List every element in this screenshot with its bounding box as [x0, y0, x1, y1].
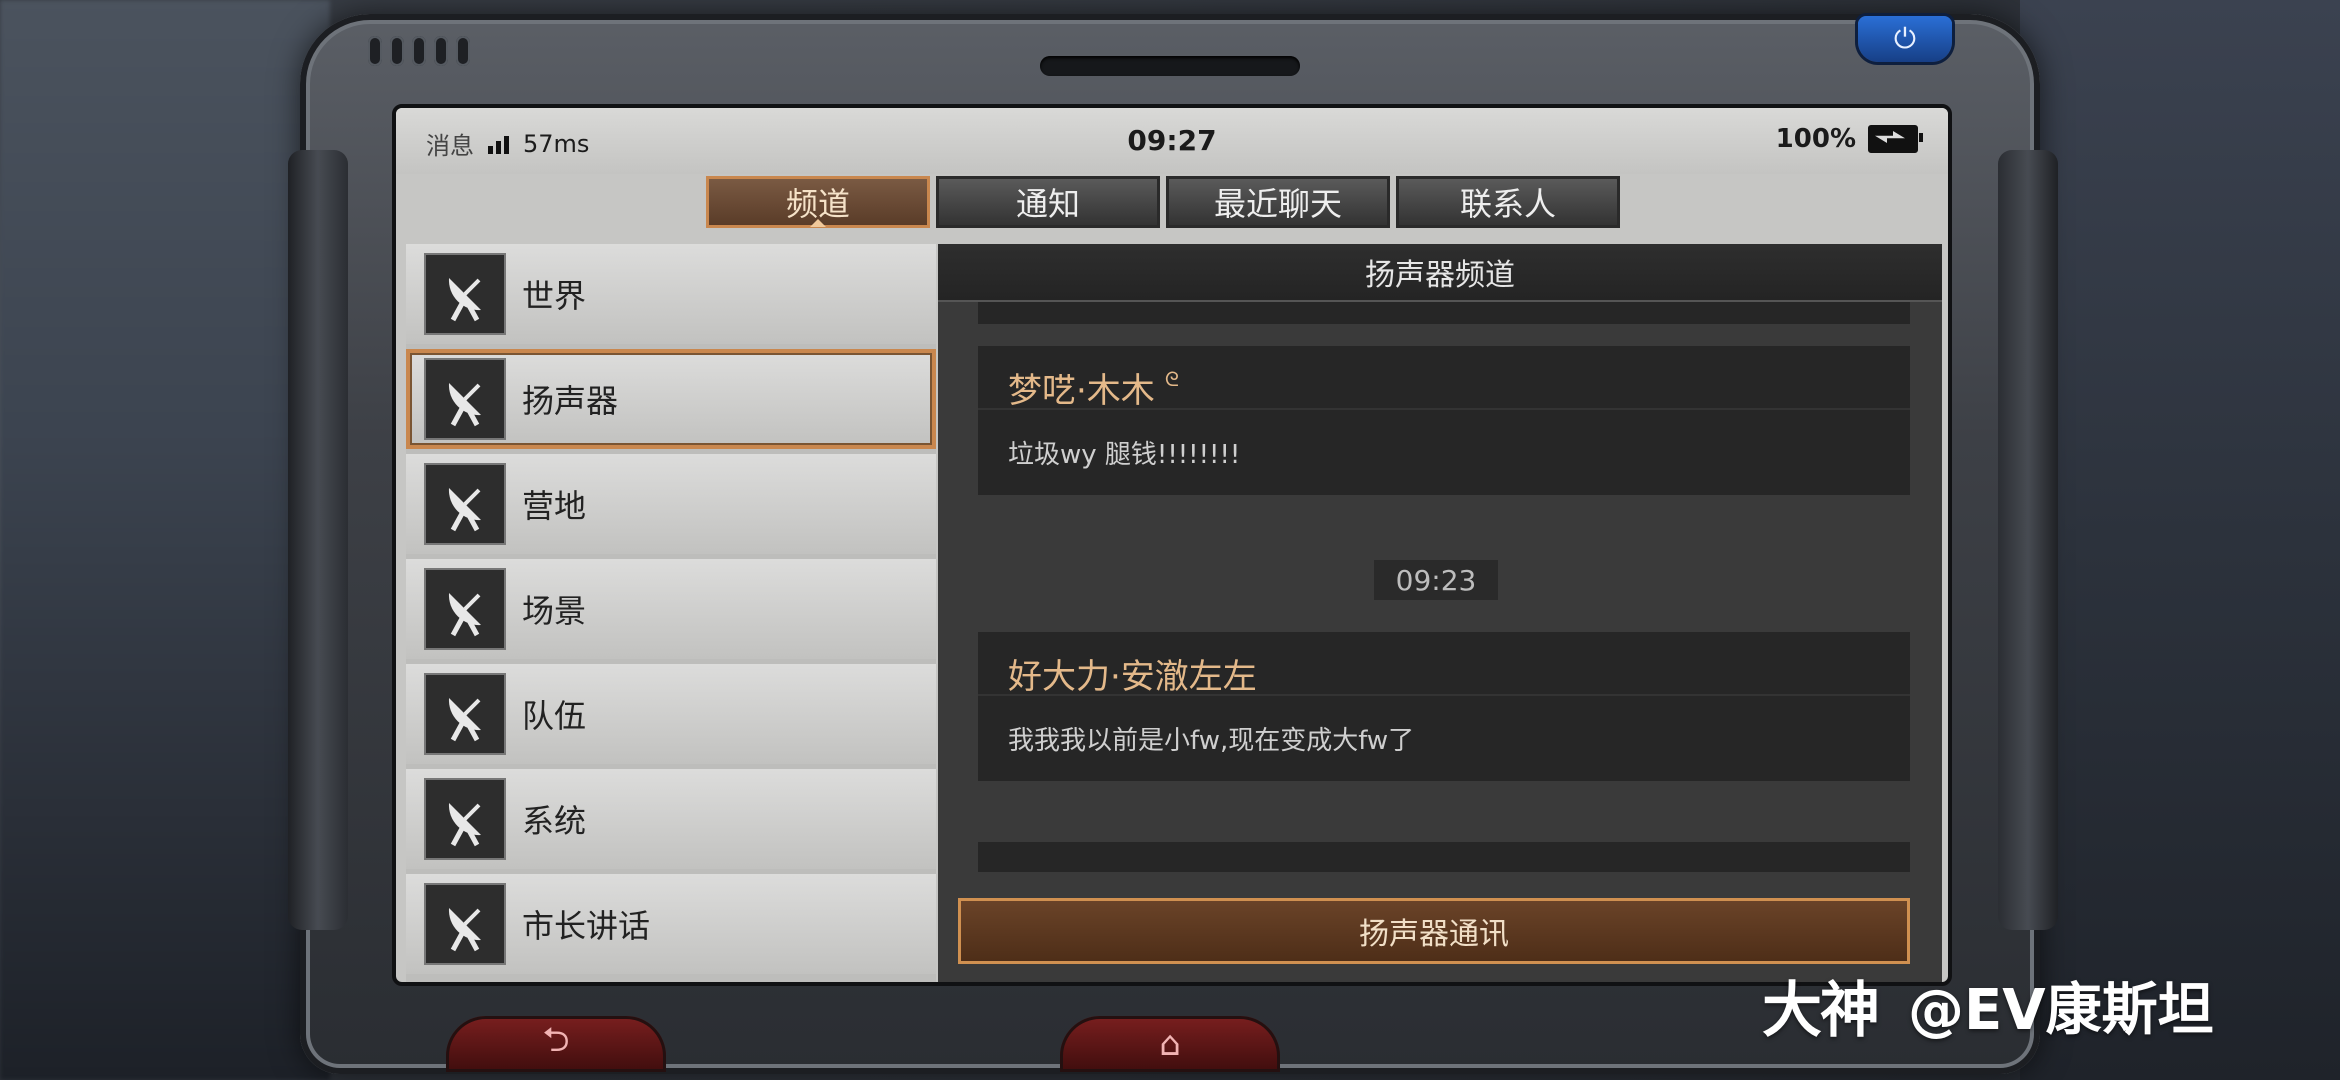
channel-label: 系统	[522, 802, 587, 840]
channel-item-team[interactable]: 队伍	[406, 664, 936, 764]
top-slot	[1040, 56, 1300, 76]
channel-label: 扬声器	[522, 382, 619, 420]
tab-contacts[interactable]: 联系人	[1396, 176, 1620, 228]
channel-label: 市长讲话	[522, 907, 651, 945]
swirl-badge-icon: ᘓ	[1164, 367, 1179, 391]
radar-dish-icon	[424, 253, 506, 335]
battery-icon	[1868, 125, 1923, 153]
home-icon: ⌂	[1159, 1024, 1181, 1064]
frame-side-left	[288, 150, 348, 930]
back-button[interactable]: ⮌	[446, 1016, 666, 1072]
message-partial	[978, 842, 1910, 872]
message-partial	[978, 302, 1910, 324]
tab-label: 通知	[1015, 185, 1080, 223]
watermark-logo: 大神	[1762, 976, 1880, 1046]
radar-dish-icon	[424, 568, 506, 650]
tab-notifications[interactable]: 通知	[936, 176, 1160, 228]
channel-label: 队伍	[522, 697, 587, 735]
message-text: 垃圾wy 腿钱!!!!!!!!	[1008, 440, 1241, 470]
channel-label: 世界	[522, 277, 587, 315]
home-button[interactable]: ⌂	[1060, 1016, 1280, 1072]
channel-list: 世界 扬声器 营地 场景 队伍 系统 市长讲话	[406, 244, 936, 982]
screen: 消息 57ms 09:27 100% 频道 通知 最近聊天 联系人 世界 扬声器	[392, 104, 1952, 986]
channel-item-world[interactable]: 世界	[406, 244, 936, 344]
radar-dish-icon	[424, 358, 506, 440]
battery-percent: 100%	[1775, 124, 1856, 154]
chat-message: 梦呓·木木 ᘓ 垃圾wy 腿钱!!!!!!!!	[978, 346, 1910, 495]
channel-item-system[interactable]: 系统	[406, 769, 936, 869]
radar-dish-icon	[424, 673, 506, 755]
power-button[interactable]: ⏻	[1858, 16, 1952, 62]
time-separator: 09:23	[1374, 560, 1498, 600]
radar-dish-icon	[424, 883, 506, 965]
channel-item-speaker[interactable]: 扬声器	[406, 349, 936, 449]
tab-bar: 频道 通知 最近聊天 联系人	[706, 176, 1620, 228]
background-right	[2020, 0, 2340, 1080]
tab-recent-chats[interactable]: 最近聊天	[1166, 176, 1390, 228]
tab-label: 最近聊天	[1213, 185, 1342, 223]
channel-item-scene[interactable]: 场景	[406, 559, 936, 659]
speaker-send-button[interactable]: 扬声器通讯	[958, 898, 1910, 964]
radar-dish-icon	[424, 778, 506, 860]
channel-label: 场景	[522, 592, 587, 630]
channel-label: 营地	[522, 487, 587, 525]
speaker-grille	[368, 36, 470, 66]
status-bar: 消息 57ms 09:27 100%	[396, 108, 1948, 174]
status-time: 09:27	[1127, 124, 1217, 157]
radar-dish-icon	[424, 463, 506, 545]
watermark: 大神 @EV康斯坦	[1762, 962, 2214, 1049]
watermark-handle: @EV康斯坦	[1908, 978, 2214, 1043]
tab-label: 频道	[785, 185, 850, 223]
sender-name[interactable]: 梦呓·木木	[1008, 363, 1155, 412]
back-arrow-icon: ⮌	[542, 1019, 570, 1060]
tab-channels[interactable]: 频道	[706, 176, 930, 228]
frame-side-right	[1998, 150, 2058, 930]
chat-panel: 扬声器频道 梦呓·木木 ᘓ 垃圾wy 腿钱!!!!!!!! 09:23 好大力·…	[938, 244, 1942, 982]
message-text: 我我我以前是小fw,现在变成大fw了	[1008, 726, 1415, 756]
channel-item-camp[interactable]: 营地	[406, 454, 936, 554]
chat-message: 好大力·安澈左左 我我我以前是小fw,现在变成大fw了	[978, 632, 1910, 781]
sender-name[interactable]: 好大力·安澈左左	[1008, 649, 1257, 698]
tab-label: 联系人	[1459, 185, 1556, 223]
background-left	[0, 0, 330, 1080]
channel-item-mayor-speech[interactable]: 市长讲话	[406, 874, 936, 974]
power-icon: ⏻	[1893, 22, 1917, 55]
chat-header: 扬声器频道	[938, 244, 1942, 302]
